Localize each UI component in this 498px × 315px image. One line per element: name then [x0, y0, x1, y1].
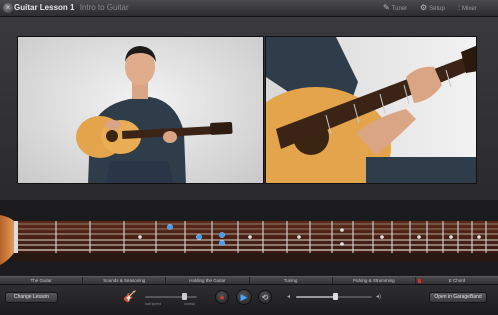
finger-dot	[219, 240, 225, 246]
close-button[interactable]: ×	[3, 3, 13, 13]
title-bar: × Guitar Lesson 1 Intro to Guitar ✎ Tuner…	[0, 0, 498, 17]
speed-label-normal: normal	[184, 302, 195, 306]
loop-icon: ⟲	[261, 293, 269, 302]
tuning-fork-icon: ✎	[383, 3, 390, 12]
record-icon: ●	[219, 293, 225, 302]
control-bar: Change Lesson 🎸 half speed normal ● ▶ ⟲ …	[0, 285, 498, 315]
tuner-button[interactable]: ✎ Tuner	[383, 3, 407, 12]
chapter-e-chord[interactable]: E Chord	[416, 277, 498, 284]
closeup-video[interactable]	[265, 36, 477, 184]
chapter-the-guitar[interactable]: The Guitar	[0, 277, 84, 284]
setup-button[interactable]: ⚙ Setup	[420, 3, 445, 12]
volume-low-icon: ◂	[287, 294, 291, 300]
chapter-holding-guitar[interactable]: Holding the Guitar	[166, 277, 250, 284]
chapter-picking-strumming[interactable]: Picking & Strumming	[333, 277, 416, 284]
volume-fill	[296, 296, 336, 298]
record-button[interactable]: ●	[215, 290, 229, 304]
volume-slider-knob[interactable]	[333, 293, 339, 300]
play-button[interactable]: ▶	[236, 289, 252, 305]
mixer-button[interactable]: ⫶ Mixer	[458, 3, 477, 13]
finger-dot	[167, 224, 173, 230]
change-lesson-button[interactable]: Change Lesson	[5, 292, 58, 303]
lesson-title: Guitar Lesson 1	[14, 3, 75, 12]
chapter-tuning[interactable]: Tuning	[250, 277, 333, 284]
fretboard	[0, 213, 498, 265]
guitar-view-icon[interactable]: 🎸	[123, 290, 137, 304]
speed-slider[interactable]	[145, 296, 197, 298]
chapter-bar: The Guitar Sounds & Seasoning Holding th…	[0, 276, 498, 285]
sliders-icon: ⫶	[458, 3, 460, 12]
loop-button[interactable]: ⟲	[258, 290, 272, 304]
volume-slider[interactable]	[296, 293, 372, 300]
instructor-video[interactable]	[17, 36, 264, 184]
finger-dot	[219, 232, 225, 238]
open-in-garageband-button[interactable]: Open in GarageBand	[429, 292, 487, 303]
window-title: Guitar Lesson 1 Intro to Guitar	[14, 3, 129, 12]
speed-slider-knob[interactable]	[181, 293, 187, 300]
play-icon: ▶	[240, 292, 248, 302]
gear-icon: ⚙	[420, 3, 428, 12]
volume-high-icon: ◂)	[376, 294, 382, 300]
speed-label-slow: half speed	[145, 302, 162, 306]
close-icon: ×	[5, 3, 11, 12]
finger-dot	[196, 234, 202, 240]
lesson-subtitle: Intro to Guitar	[79, 3, 129, 12]
current-chapter-marker	[417, 279, 421, 283]
chapter-sounds-seasoning[interactable]: Sounds & Seasoning	[83, 277, 167, 284]
